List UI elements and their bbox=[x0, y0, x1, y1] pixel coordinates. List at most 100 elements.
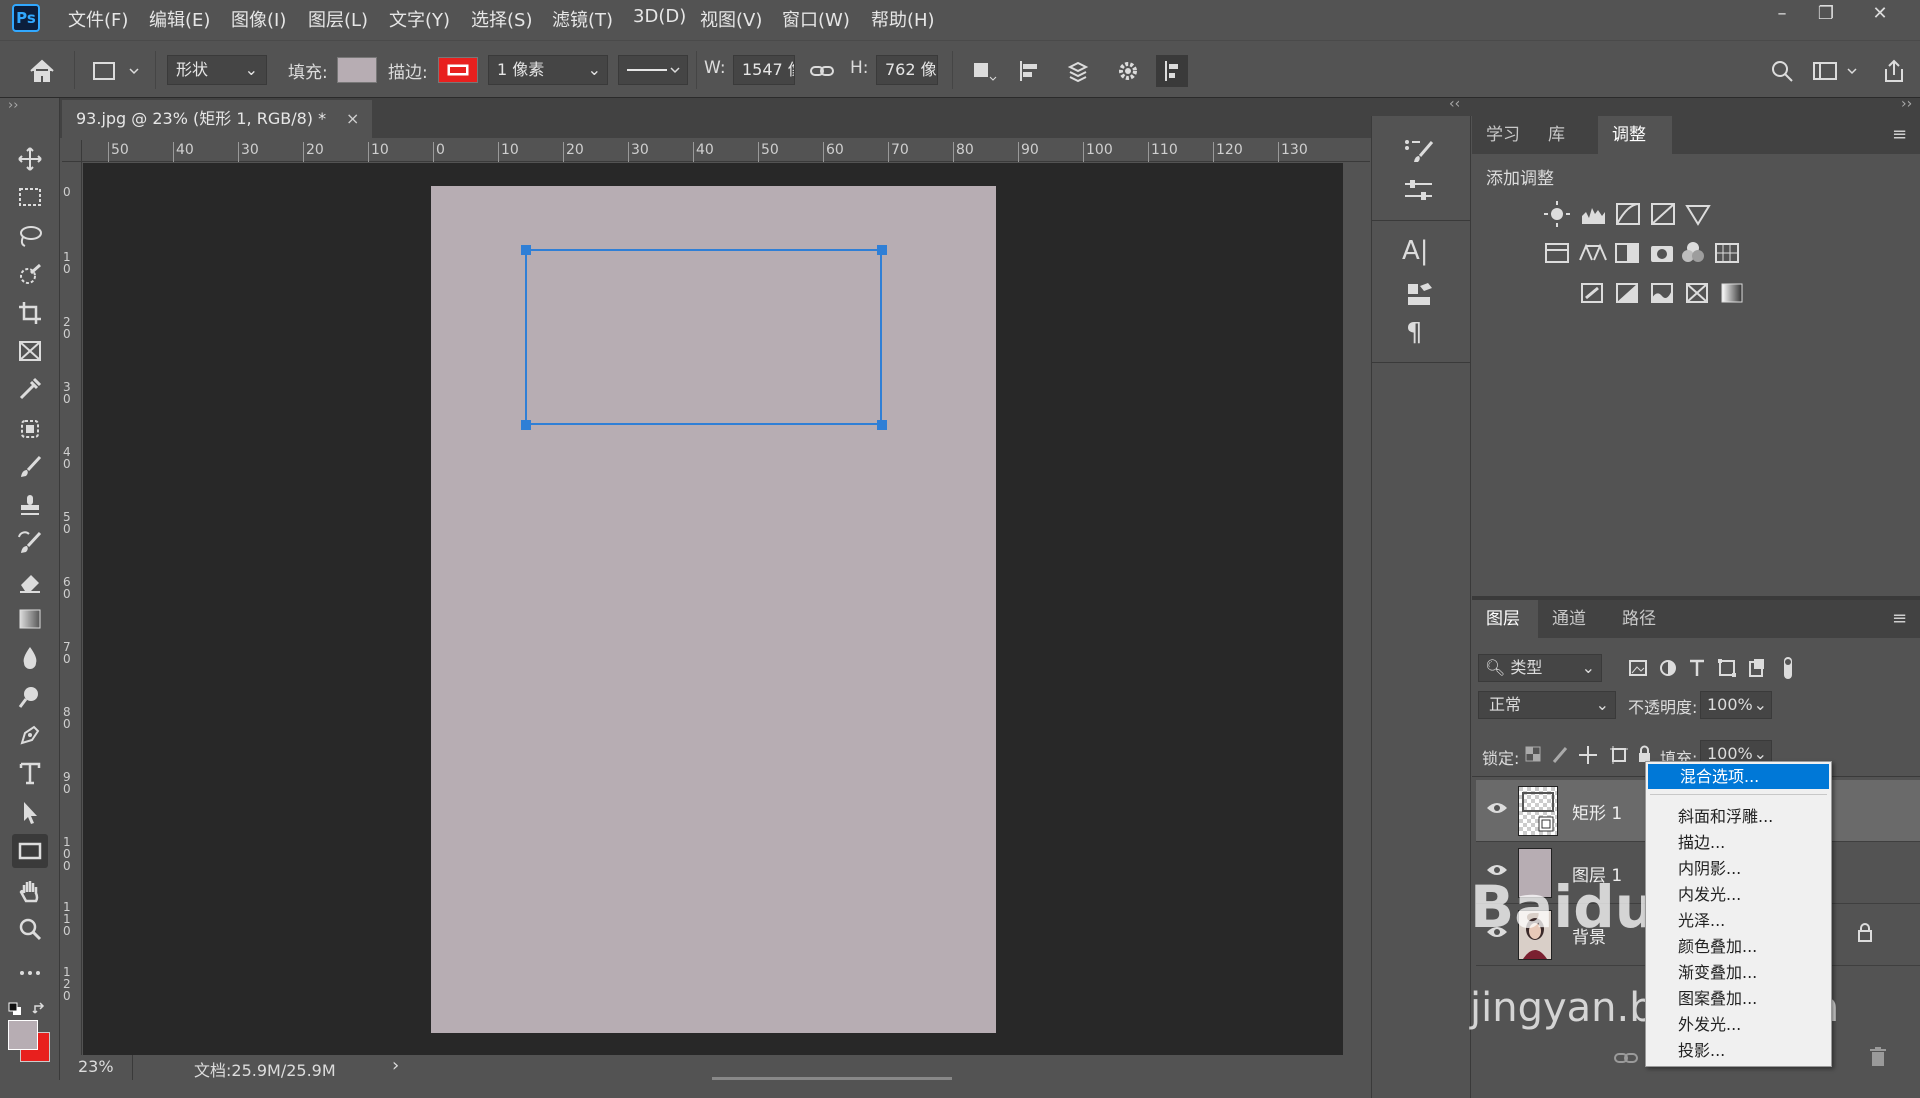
paragraph-panel-icon[interactable]: ¶ bbox=[1406, 318, 1423, 348]
gear-icon[interactable] bbox=[1112, 55, 1144, 87]
eyedropper-tool-icon[interactable] bbox=[12, 372, 48, 406]
restore-icon[interactable]: ❐ bbox=[1804, 0, 1848, 30]
frame-tool-icon[interactable] bbox=[12, 334, 48, 368]
path-selection-tool-icon[interactable] bbox=[12, 796, 48, 830]
menu-item-color-overlay[interactable]: 颜色叠加... bbox=[1646, 934, 1831, 959]
filter-pixel-layers-icon[interactable] bbox=[1629, 660, 1647, 676]
collapse-icon[interactable]: ‹‹ bbox=[1449, 96, 1460, 112]
crop-tool-icon[interactable] bbox=[12, 296, 48, 330]
foreground-color-swatch[interactable] bbox=[8, 1020, 38, 1050]
exposure-icon[interactable] bbox=[1651, 203, 1675, 225]
transform-handle[interactable] bbox=[521, 420, 531, 430]
menu-filter[interactable]: 滤镜(T) bbox=[552, 6, 613, 32]
panel-menu-icon[interactable]: ≡ bbox=[1892, 608, 1907, 629]
filter-smart-objects-icon[interactable] bbox=[1749, 659, 1764, 677]
properties-sliders-icon[interactable] bbox=[1402, 176, 1438, 206]
ruler-origin[interactable] bbox=[62, 140, 82, 162]
rectangle-shape[interactable] bbox=[525, 249, 882, 425]
menu-window[interactable]: 窗口(W) bbox=[782, 6, 850, 32]
menu-item-pattern-overlay[interactable]: 图案叠加... bbox=[1646, 986, 1831, 1011]
lock-image-pixels-icon[interactable] bbox=[1552, 747, 1568, 763]
mode-select[interactable]: 形状 ⌄ bbox=[167, 55, 267, 85]
history-brush-tool-icon[interactable] bbox=[12, 526, 48, 560]
brush-settings-icon[interactable] bbox=[1402, 136, 1438, 166]
menu-help[interactable]: 帮助(H) bbox=[871, 6, 935, 32]
marquee-tool-icon[interactable] bbox=[12, 180, 48, 214]
quick-selection-tool-icon[interactable] bbox=[12, 258, 48, 292]
menu-file[interactable]: 文件(F) bbox=[68, 6, 128, 32]
close-tab-icon[interactable]: × bbox=[346, 100, 359, 138]
stroke-type-select[interactable] bbox=[618, 55, 688, 85]
path-alignment-icon[interactable] bbox=[1014, 55, 1046, 87]
menu-select[interactable]: 选择(S) bbox=[471, 6, 532, 32]
menu-item-outer-glow[interactable]: 外发光... bbox=[1646, 1012, 1831, 1037]
close-icon[interactable]: ✕ bbox=[1858, 0, 1902, 30]
selective-color-icon[interactable] bbox=[1686, 283, 1708, 303]
minimize-icon[interactable]: – bbox=[1760, 0, 1804, 30]
menu-3d[interactable]: 3D(D) bbox=[633, 6, 686, 27]
path-operations-icon[interactable] bbox=[966, 55, 998, 87]
invert-icon[interactable] bbox=[1581, 283, 1603, 303]
tool-preset-picker[interactable] bbox=[90, 55, 146, 87]
layer-name[interactable]: 矩形 1 bbox=[1572, 799, 1622, 824]
levels-icon[interactable] bbox=[1582, 208, 1605, 224]
menu-item-drop-shadow[interactable]: 投影... bbox=[1646, 1038, 1831, 1063]
expand-icon[interactable]: ›› bbox=[1901, 96, 1912, 112]
tab-channels[interactable]: 通道 bbox=[1538, 600, 1600, 638]
expand-icon[interactable]: ›› bbox=[8, 98, 18, 113]
eraser-tool-icon[interactable] bbox=[12, 564, 48, 598]
lock-position-icon[interactable] bbox=[1579, 746, 1597, 764]
lock-transparent-pixels-icon[interactable] bbox=[1525, 746, 1541, 762]
stroke-width-field[interactable]: 1 像素 ⌄ bbox=[488, 55, 608, 85]
transform-handle[interactable] bbox=[521, 245, 531, 255]
document-vertical-scrollbar[interactable] bbox=[1343, 163, 1370, 1055]
tab-layers[interactable]: 图层 bbox=[1472, 600, 1538, 638]
more-tools-icon[interactable] bbox=[12, 956, 48, 990]
lasso-tool-icon[interactable] bbox=[12, 219, 48, 253]
link-layers-icon[interactable] bbox=[1612, 1048, 1640, 1068]
curves-icon[interactable] bbox=[1616, 203, 1640, 225]
tab-libraries[interactable]: 库 bbox=[1534, 116, 1579, 154]
3d-panel-icon[interactable] bbox=[1404, 280, 1434, 310]
brightness-contrast-icon[interactable] bbox=[1544, 201, 1570, 227]
transform-handle[interactable] bbox=[877, 245, 887, 255]
character-panel-icon[interactable]: A| bbox=[1402, 236, 1429, 266]
eye-icon[interactable] bbox=[1486, 800, 1508, 816]
menu-item-blending-options[interactable]: 混合选项... bbox=[1648, 764, 1829, 789]
menu-item-bevel-emboss[interactable]: 斜面和浮雕... bbox=[1646, 804, 1831, 829]
hue-saturation-icon[interactable] bbox=[1545, 243, 1569, 263]
home-icon[interactable] bbox=[26, 55, 58, 87]
width-field[interactable]: 1547 像 bbox=[733, 55, 795, 85]
brush-tool-icon[interactable] bbox=[12, 450, 48, 484]
healing-brush-tool-icon[interactable] bbox=[12, 412, 48, 446]
document-tab[interactable]: 93.jpg @ 23% (矩形 1, RGB/8) * × bbox=[62, 100, 372, 138]
menu-type[interactable]: 文字(Y) bbox=[389, 6, 450, 32]
menu-layer[interactable]: 图层(L) bbox=[308, 6, 368, 32]
workspace-switcher-icon[interactable] bbox=[1810, 55, 1862, 87]
blend-mode-select[interactable]: 正常 ⌄ bbox=[1478, 691, 1616, 719]
clone-stamp-tool-icon[interactable] bbox=[12, 488, 48, 522]
type-tool-icon[interactable] bbox=[12, 756, 48, 790]
menu-view[interactable]: 视图(V) bbox=[700, 6, 762, 32]
vibrance-icon[interactable] bbox=[1685, 205, 1711, 226]
menu-item-gradient-overlay[interactable]: 渐变叠加... bbox=[1646, 960, 1831, 985]
default-colors-icon[interactable] bbox=[8, 1002, 22, 1016]
menu-item-satin[interactable]: 光泽... bbox=[1646, 908, 1831, 933]
align-edges-icon[interactable] bbox=[1156, 55, 1188, 87]
chevron-right-icon[interactable]: › bbox=[392, 1055, 399, 1076]
trash-icon[interactable] bbox=[1868, 1046, 1888, 1068]
zoom-level[interactable]: 23% bbox=[78, 1057, 114, 1076]
hand-tool-icon[interactable] bbox=[12, 874, 48, 908]
threshold-icon[interactable] bbox=[1651, 283, 1673, 303]
tab-paths[interactable]: 路径 bbox=[1608, 600, 1670, 638]
search-icon[interactable] bbox=[1766, 55, 1798, 87]
gradient-tool-icon[interactable] bbox=[12, 602, 48, 636]
black-white-icon[interactable] bbox=[1615, 243, 1639, 263]
color-balance-icon[interactable] bbox=[1579, 243, 1607, 261]
menu-item-inner-shadow[interactable]: 内阴影... bbox=[1646, 856, 1831, 881]
layer-filter-select[interactable]: 🔍︎ 类型 ⌄ bbox=[1478, 654, 1602, 682]
lock-all-icon[interactable] bbox=[1639, 745, 1650, 763]
filter-shape-layers-icon[interactable] bbox=[1718, 659, 1736, 677]
channel-mixer-icon[interactable] bbox=[1682, 242, 1704, 262]
menu-image[interactable]: 图像(I) bbox=[231, 6, 286, 32]
